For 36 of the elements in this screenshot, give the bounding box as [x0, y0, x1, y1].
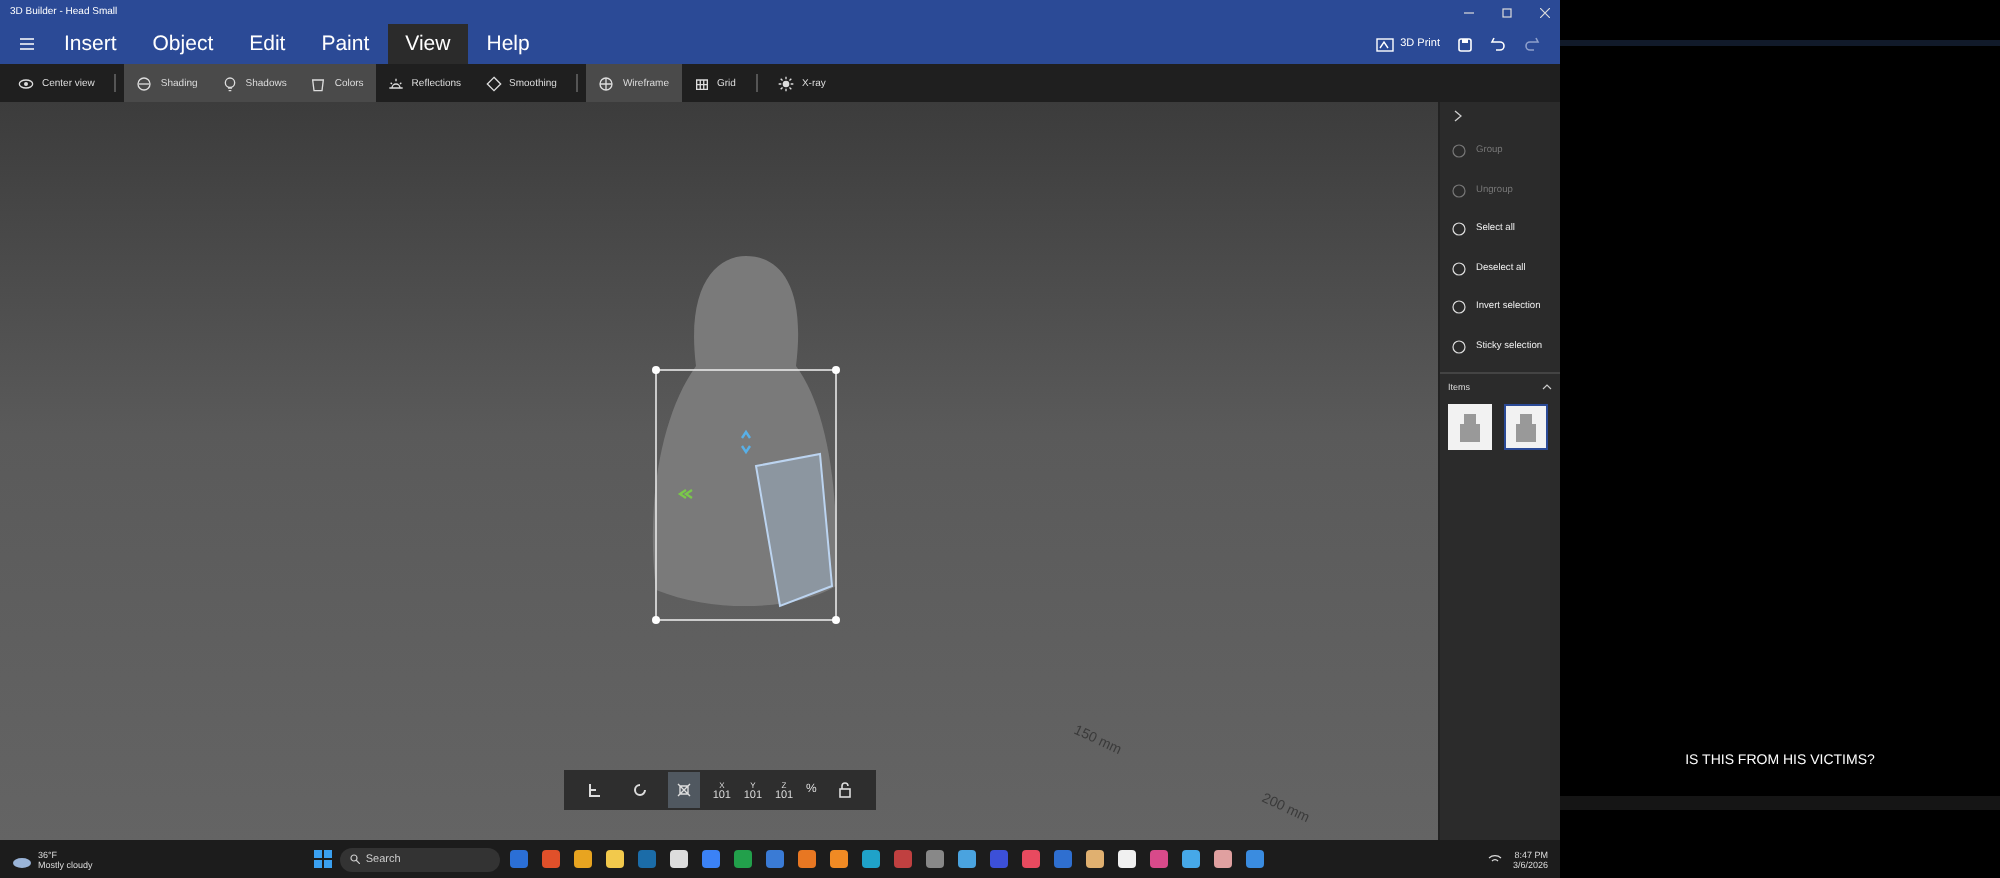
save-icon[interactable]: [1458, 37, 1472, 51]
search-icon: [349, 854, 360, 864]
circle-icon: [1452, 222, 1466, 237]
eye-icon: [18, 75, 34, 91]
start-icon[interactable]: [313, 850, 332, 868]
circle-icon: [1452, 144, 1466, 159]
minimize-icon[interactable]: [1464, 7, 1474, 17]
circle-icon: [1452, 261, 1466, 276]
maximize-icon[interactable]: [1502, 7, 1512, 17]
menu-tab[interactable]: Paint: [303, 24, 388, 64]
reflection-icon: [387, 75, 404, 91]
caret-icon[interactable]: [1542, 384, 1552, 390]
redo-icon[interactable]: [1524, 36, 1540, 52]
chevron-icon[interactable]: [1454, 110, 1462, 122]
menu-tab[interactable]: Insert: [46, 24, 135, 64]
item-thumbnail[interactable]: [1504, 404, 1548, 450]
circle-icon: [1452, 339, 1466, 354]
printer-icon: [1376, 37, 1395, 51]
scale-icon[interactable]: [667, 772, 700, 808]
circle-icon: [1452, 300, 1466, 315]
bucket-icon: [310, 75, 327, 91]
close-icon[interactable]: [1540, 7, 1550, 17]
grid-icon: [693, 75, 709, 91]
diamond-icon: [485, 75, 502, 91]
globe-icon: [598, 75, 615, 91]
wifi-icon[interactable]: [1488, 854, 1503, 864]
menu-tab[interactable]: Help: [468, 24, 548, 64]
lightbulb-icon: [221, 75, 238, 91]
menu-tab[interactable]: View: [387, 24, 469, 64]
menu-icon[interactable]: [20, 38, 34, 50]
shading-sphere-icon: [136, 75, 153, 91]
menu-tab[interactable]: Object: [134, 24, 232, 64]
undo-icon[interactable]: [1490, 36, 1506, 52]
circle-icon: [1452, 183, 1466, 198]
sun-icon: [777, 75, 794, 91]
menu-tab[interactable]: Edit: [231, 24, 304, 64]
